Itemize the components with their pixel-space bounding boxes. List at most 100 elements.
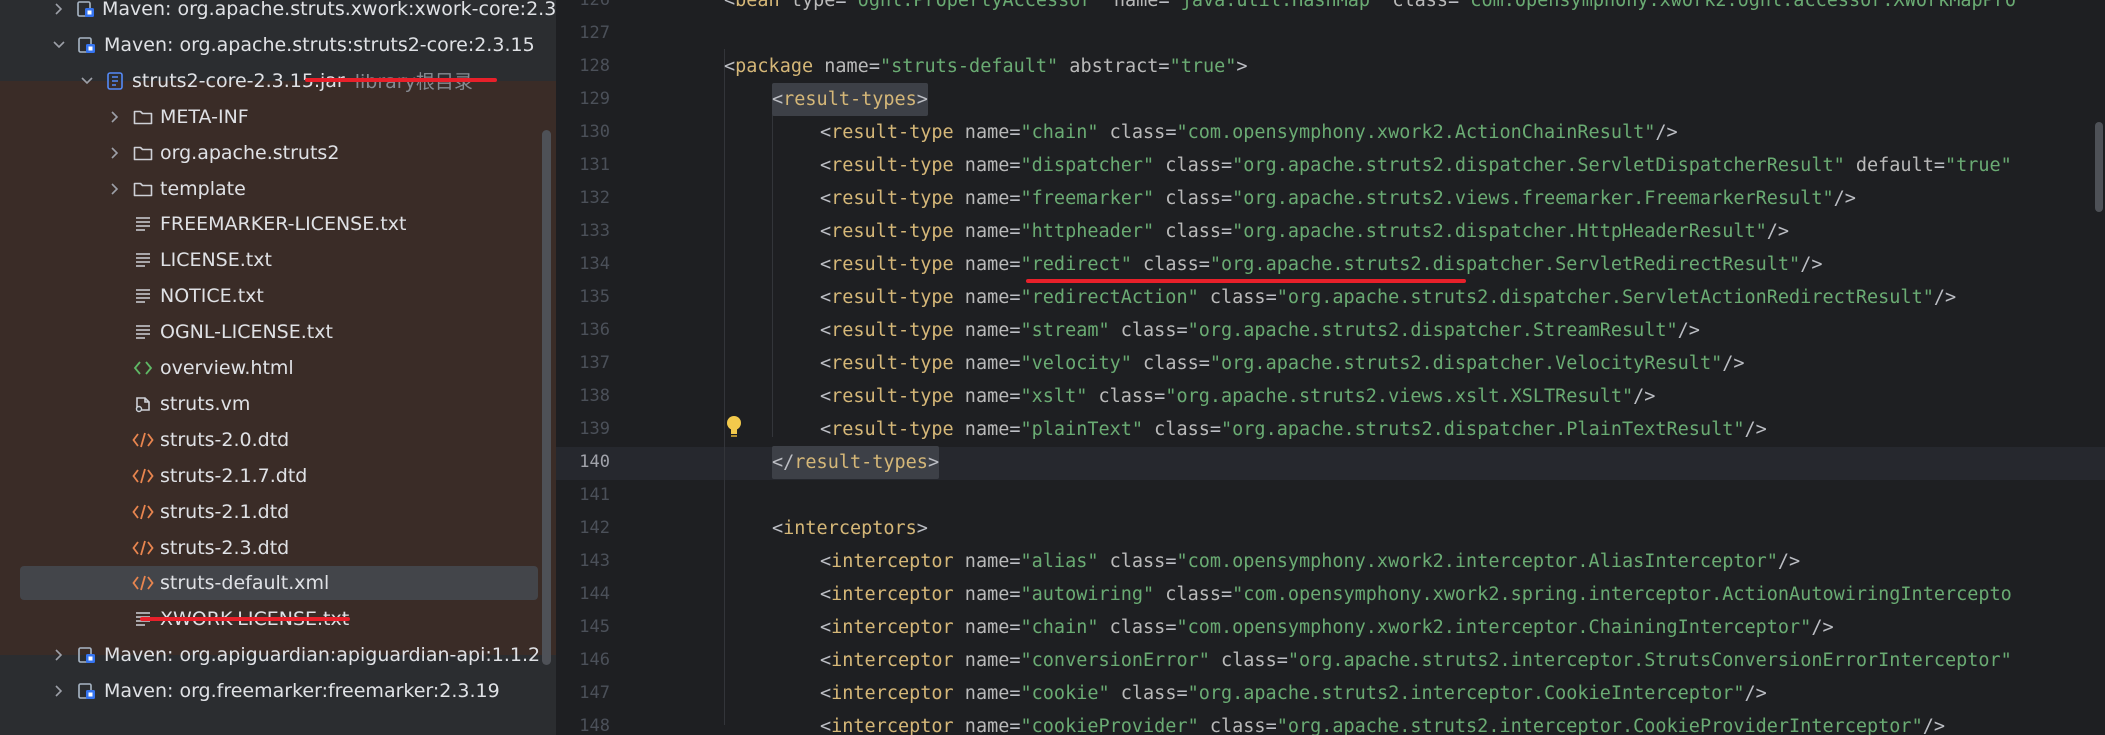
code-token: name <box>953 716 1010 735</box>
code-token: = <box>1009 419 1021 440</box>
tree-row[interactable]: OGNL-LICENSE.txt <box>0 314 556 350</box>
code-token: result-type <box>831 419 954 440</box>
xml-file-icon <box>132 501 154 523</box>
line-number: 146 <box>579 650 610 670</box>
tree-row-label: META-INF <box>160 105 249 128</box>
tree-row-label: org.apache.struts2 <box>160 141 340 164</box>
code-token: name <box>953 188 1010 209</box>
tree-row[interactable]: struts-2.3.dtd <box>0 530 556 566</box>
code-line[interactable]: <result-type name="plainText" class="org… <box>820 413 1767 446</box>
code-token: "struts-default" <box>879 56 1059 77</box>
line-number: 136 <box>579 320 610 340</box>
tree-row[interactable]: struts-2.1.dtd <box>0 494 556 530</box>
line-number: 148 <box>579 716 610 735</box>
code-token: < <box>724 0 736 11</box>
text-file-icon <box>132 285 154 307</box>
code-line[interactable]: <bean type="ognl.PropertyAccessor" name=… <box>724 0 2016 17</box>
code-token: class <box>1109 683 1177 704</box>
code-line[interactable]: <interceptor name="cookie" class="org.ap… <box>820 677 1767 710</box>
tree-row[interactable]: Maven: org.apiguardian:apiguardian-api:1… <box>0 637 556 673</box>
code-token: name <box>953 320 1010 341</box>
code-line[interactable]: <interceptor name="cookieProvider" class… <box>820 710 1945 735</box>
tree-row[interactable]: struts-2.1.7.dtd <box>0 458 556 494</box>
code-token: "velocity" <box>1020 353 1132 374</box>
chevron-down-icon[interactable] <box>52 38 66 52</box>
tree-row-label: Maven: org.freemarker:freemarker:2.3.19 <box>104 680 500 703</box>
chevron-right-icon[interactable] <box>108 182 122 196</box>
code-line[interactable]: <interceptors> <box>772 512 928 545</box>
chevron-right-icon[interactable] <box>52 2 66 16</box>
tree-row[interactable]: LICENSE.txt <box>0 242 556 278</box>
code-line[interactable]: <result-type name="httpheader" class="or… <box>820 215 1789 248</box>
code-line[interactable]: <result-type name="redirect" class="org.… <box>820 248 1822 281</box>
jar-icon <box>104 70 126 92</box>
tree-row[interactable]: overview.html <box>0 350 556 386</box>
code-line[interactable]: <interceptor name="conversionError" clas… <box>820 644 2012 677</box>
tree-row[interactable]: struts-2.0.dtd <box>0 422 556 458</box>
tree-row[interactable]: struts.vm <box>0 386 556 422</box>
tree-row[interactable]: Maven: org.apache.struts:struts2-core:2.… <box>0 27 556 63</box>
code-token: result-type <box>831 320 954 341</box>
code-line[interactable]: <result-type name="stream" class="org.ap… <box>820 314 1700 347</box>
code-token: "true" <box>1944 155 2012 176</box>
chevron-right-icon[interactable] <box>108 110 122 124</box>
code-token: "java.util.HashMap" <box>1169 0 1382 11</box>
html-file-icon <box>132 357 154 379</box>
chevron-down-icon[interactable] <box>80 74 94 88</box>
code-token: = <box>1154 386 1166 407</box>
code-token: "cookie" <box>1020 683 1110 704</box>
code-line[interactable]: <result-types> <box>772 83 928 116</box>
text-file-icon <box>132 249 154 271</box>
code-line[interactable]: <interceptor name="alias" class="com.ope… <box>820 545 1800 578</box>
code-editor[interactable]: 126 <bean type="ognl.PropertyAccessor" na… <box>556 0 2105 735</box>
code-line[interactable]: <result-type name="chain" class="com.ope… <box>820 116 1678 149</box>
code-line[interactable]: <result-type name="velocity" class="org.… <box>820 347 1745 380</box>
code-line[interactable]: <result-type name="dispatcher" class="or… <box>820 149 2012 182</box>
code-token: "org.apache.struts2.dispatcher.HttpHeade… <box>1232 221 1767 242</box>
code-line[interactable]: </result-types> <box>772 446 940 479</box>
tree-scrollbar[interactable] <box>542 130 551 665</box>
code-token: = <box>1176 683 1188 704</box>
code-token: class <box>1209 650 1277 671</box>
code-token: interceptor <box>831 683 954 704</box>
code-token: name <box>953 650 1010 671</box>
code-token: name <box>953 419 1010 440</box>
code-token: "org.apache.struts2.interceptor.CookiePr… <box>1276 716 1923 735</box>
tree-row[interactable]: Maven: org.apache.struts.xwork:xwork-cor… <box>0 0 556 27</box>
chevron-right-icon[interactable] <box>108 146 122 160</box>
tree-row[interactable]: META-INF <box>0 99 556 135</box>
code-token: /> <box>1722 353 1745 374</box>
indent-guide <box>724 49 725 725</box>
chevron-right-icon[interactable] <box>52 684 66 698</box>
code-line[interactable]: <package name="struts-default" abstract=… <box>724 50 1248 83</box>
tree-row[interactable]: NOTICE.txt <box>0 278 556 314</box>
tree-row-label: Maven: org.apache.struts.xwork:xwork-cor… <box>102 0 556 20</box>
code-token: = <box>1158 0 1170 11</box>
code-line[interactable]: <result-type name="freemarker" class="or… <box>820 182 1856 215</box>
code-token: "chain" <box>1020 122 1099 143</box>
code-token: class <box>1154 155 1221 176</box>
code-token: < <box>820 155 832 176</box>
chevron-right-icon[interactable] <box>52 648 66 662</box>
code-line[interactable]: <result-type name="xslt" class="org.apac… <box>820 380 1655 413</box>
code-line[interactable]: <interceptor name="autowiring" class="co… <box>820 578 2012 611</box>
tree-row[interactable]: struts-default.xml <box>0 565 556 601</box>
tree-row[interactable]: org.apache.struts2 <box>0 135 556 171</box>
code-token: = <box>1221 155 1233 176</box>
tree-row[interactable]: template <box>0 171 556 207</box>
code-line[interactable]: <interceptor name="chain" class="com.ope… <box>820 611 1834 644</box>
code-line[interactable]: <result-type name="redirectAction" class… <box>820 281 1956 314</box>
line-number: 143 <box>579 551 610 571</box>
line-number: 139 <box>579 419 610 439</box>
code-token: /> <box>1833 188 1856 209</box>
tree-row[interactable]: FREEMARKER-LICENSE.txt <box>0 206 556 242</box>
tree-row-label: OGNL-LICENSE.txt <box>160 321 333 344</box>
code-token: /> <box>1811 617 1834 638</box>
code-token: class <box>1109 320 1177 341</box>
code-token: = <box>835 0 847 11</box>
code-token: type <box>779 0 836 11</box>
editor-scrollbar[interactable] <box>2095 122 2103 212</box>
lightbulb-icon[interactable] <box>724 414 744 438</box>
text-file-icon <box>132 213 154 235</box>
tree-row[interactable]: Maven: org.freemarker:freemarker:2.3.19 <box>0 673 556 709</box>
